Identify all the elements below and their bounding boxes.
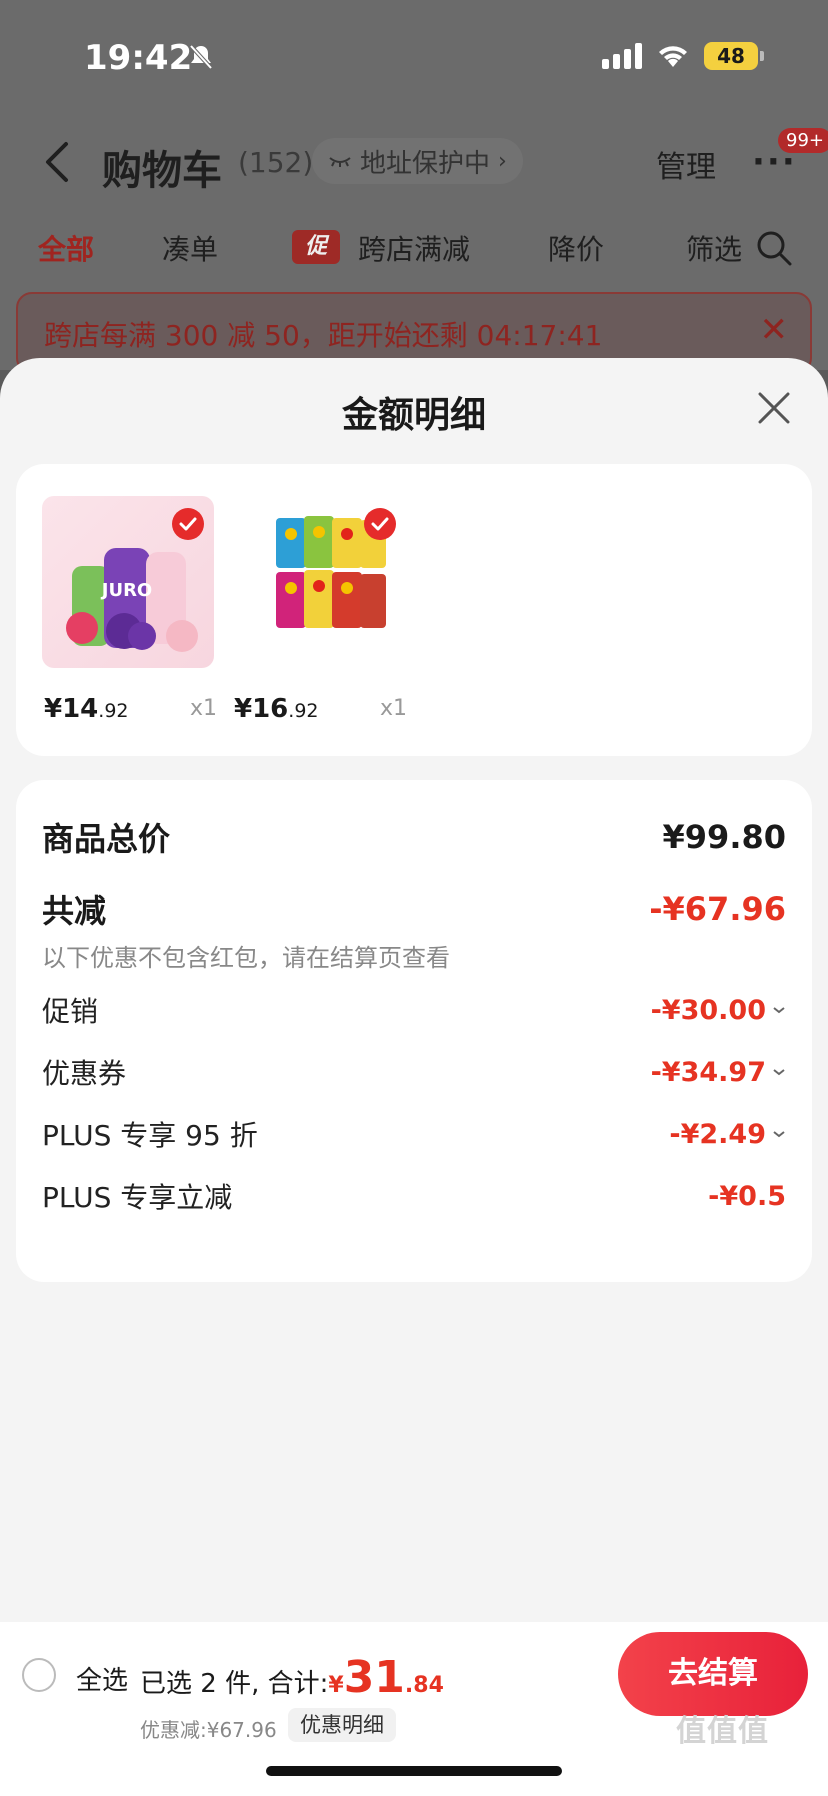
close-icon[interactable] <box>756 390 792 426</box>
product-quantity: x1 <box>190 696 218 721</box>
selected-products-card: JURO ¥14.92 x1 ¥16.92 x1 <box>16 464 812 756</box>
product-price: ¥14.92 <box>44 694 129 724</box>
status-indicators: 48 <box>602 42 764 70</box>
chevron-down-icon <box>773 1069 785 1076</box>
total-discount-row: 共减 -¥67.96 <box>42 886 786 932</box>
product-brand-text: JURO <box>100 580 152 601</box>
price-summary-card: 商品总价 ¥99.80 共减 -¥67.96 以下优惠不包含红包，请在结算页查看… <box>16 780 812 1282</box>
cart-count: (152) <box>238 146 314 179</box>
discount-summary: 优惠减:¥67.96 <box>140 1718 277 1742</box>
cart-page-background: 19:42 48 购物车 (152) 地址保护中 › 管理 ··· 99+ 全部… <box>0 0 828 374</box>
plus-discount-value: -¥2.49 <box>669 1118 766 1150</box>
promo-tag-icon: 促 <box>292 230 340 264</box>
product-quantity: x1 <box>380 696 408 721</box>
tab-cross-store-discount[interactable]: 跨店满减 <box>358 228 470 268</box>
coupon-label: 优惠券 <box>42 1057 127 1090</box>
wifi-icon <box>659 46 687 67</box>
product-image: JURO <box>42 496 214 668</box>
home-indicator <box>266 1766 562 1776</box>
amount-detail-sheet: 金额明细 JURO ¥14.92 x1 ¥16.92 x1 商品总价 ¥99.8… <box>0 358 828 1796</box>
promotion-row[interactable]: 促销 -¥30.00 <box>42 990 786 1030</box>
search-icon[interactable] <box>754 228 794 268</box>
status-time: 19:42 <box>84 38 193 78</box>
product-item[interactable]: JURO ¥14.92 x1 <box>42 496 222 724</box>
coupon-value: -¥34.97 <box>650 1056 766 1088</box>
chevron-down-icon <box>773 1007 785 1014</box>
eye-closed-icon <box>329 157 351 167</box>
promotion-value: -¥30.00 <box>650 994 766 1026</box>
select-all-checkbox[interactable] <box>22 1658 56 1692</box>
product-price: ¥16.92 <box>234 694 319 724</box>
plus-instant-row: PLUS 专享立减 -¥0.5 <box>42 1176 786 1216</box>
checked-icon[interactable] <box>172 508 204 540</box>
plus-discount-row[interactable]: PLUS 专享 95 折 -¥2.49 <box>42 1114 786 1154</box>
message-badge: 99+ <box>778 128 828 153</box>
mute-bell-icon <box>189 44 213 70</box>
total-discount-value: -¥67.96 <box>649 890 786 928</box>
checked-icon[interactable] <box>364 508 396 540</box>
coupon-row[interactable]: 优惠券 -¥34.97 <box>42 1052 786 1092</box>
plus-discount-label: PLUS 专享 95 折 <box>42 1119 258 1152</box>
total-currency: ¥ <box>328 1673 344 1698</box>
tab-bundle[interactable]: 凑单 <box>162 228 218 268</box>
total-price-row: 商品总价 ¥99.80 <box>42 814 786 860</box>
total-price-value: ¥99.80 <box>662 818 786 856</box>
close-icon[interactable]: ✕ <box>760 310 789 350</box>
plus-instant-value: -¥0.5 <box>708 1180 786 1212</box>
discount-note: 以下优惠不包含红包，请在结算页查看 <box>42 944 450 972</box>
promo-banner-text: 跨店每满 300 减 50，距开始还剩 04:17:41 <box>44 319 603 352</box>
filter-tabs: 全部 凑单 促 跨店满减 降价 筛选 <box>0 224 828 274</box>
tab-price-drop[interactable]: 降价 <box>548 228 604 268</box>
checkout-bar: 全选 已选 2 件, 合计:¥31.84 优惠减:¥67.96 优惠明细 去结算… <box>0 1622 828 1796</box>
tab-all[interactable]: 全部 <box>38 228 94 268</box>
status-bar: 19:42 48 <box>0 0 828 120</box>
total-amount-decimal: .84 <box>404 1673 444 1698</box>
page-title: 购物车 <box>102 148 222 194</box>
cellular-signal-icon <box>602 43 642 69</box>
selected-count-text: 已选 2 件, 合计: <box>140 1669 329 1699</box>
address-protection-chip[interactable]: 地址保护中 › <box>312 138 523 184</box>
nav-bar: 购物车 (152) 地址保护中 › 管理 ··· 99+ <box>0 120 828 204</box>
plus-instant-label: PLUS 专享立减 <box>42 1181 233 1214</box>
manage-button[interactable]: 管理 <box>656 142 716 186</box>
chevron-right-icon: › <box>498 148 507 174</box>
total-discount-label: 共减 <box>42 892 107 930</box>
product-image <box>232 496 404 668</box>
discount-detail-button[interactable]: 优惠明细 <box>288 1708 396 1742</box>
back-arrow-icon[interactable] <box>38 138 78 186</box>
product-item[interactable]: ¥16.92 x1 <box>232 496 412 724</box>
watermark: 值值值 <box>676 1714 769 1749</box>
total-amount-integer: 31 <box>343 1652 405 1703</box>
select-all-label[interactable]: 全选 <box>76 1660 128 1697</box>
total-price-label: 商品总价 <box>42 820 171 858</box>
sheet-title: 金额明细 <box>341 395 486 436</box>
promotion-label: 促销 <box>42 995 99 1028</box>
tab-filter[interactable]: 筛选 <box>686 228 742 268</box>
checkout-button[interactable]: 去结算 <box>618 1632 808 1716</box>
chevron-down-icon <box>773 1131 785 1138</box>
battery-indicator: 48 <box>704 42 764 70</box>
selected-summary: 已选 2 件, 合计:¥31.84 <box>140 1652 444 1703</box>
address-chip-label: 地址保护中 <box>360 148 491 179</box>
